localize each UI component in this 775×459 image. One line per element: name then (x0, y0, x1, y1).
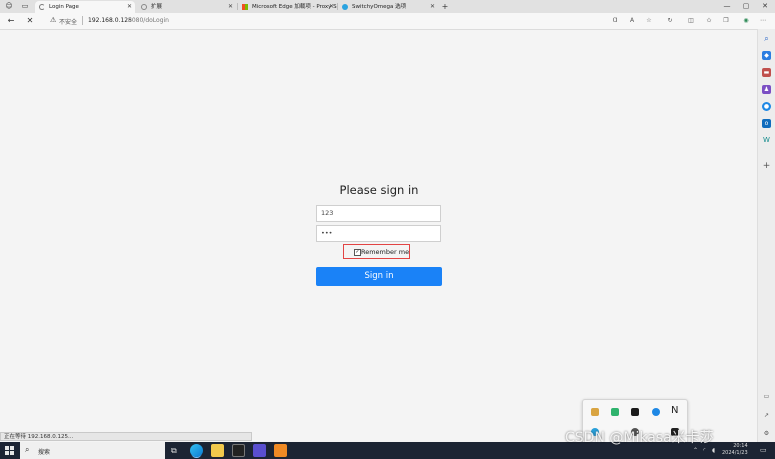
tray-chevron-icon[interactable]: ⌃ (693, 447, 698, 454)
toolbox-icon[interactable]: ▬ (762, 68, 771, 77)
search-icon: ⌕ (25, 445, 30, 454)
clock[interactable]: 20:14 2024/1/23 (722, 443, 748, 456)
tray-app-icon[interactable] (611, 408, 619, 416)
edge-sidebar: ⌕ ◆ ▬ ♟ ● o W + ▭ ↗ ⚙ (757, 29, 775, 442)
screen-icon[interactable]: ▭ (762, 392, 771, 401)
page-title: Please sign in (339, 183, 419, 197)
security-label[interactable]: 不安全 (59, 17, 77, 26)
people-icon[interactable]: ♟ (762, 85, 771, 94)
bing-w-icon[interactable]: W (762, 136, 771, 145)
terminal-icon[interactable] (232, 444, 245, 457)
extensions-icon (141, 4, 147, 10)
close-tab-icon[interactable]: ✕ (430, 1, 435, 13)
switchyomega-icon (342, 4, 348, 10)
nvidia-icon[interactable] (631, 408, 639, 416)
read-aloud-icon[interactable]: A (627, 16, 637, 26)
search-placeholder: 搜索 (38, 449, 51, 456)
back-icon[interactable]: ← (5, 15, 17, 27)
tab-title: SwitchyOmega 选项 (352, 4, 407, 10)
open-external-icon[interactable]: ↗ (762, 411, 771, 420)
app-s-icon[interactable] (253, 444, 266, 457)
close-window-icon[interactable]: ✕ (760, 2, 770, 11)
close-tab-icon[interactable]: ✕ (228, 1, 233, 13)
tab-edge-addons[interactable]: Microsoft Edge 加载项 - Proxy S ✕ (238, 1, 337, 13)
address-bar: ← ✕ ⚠ 不安全 192.168.0.125 :8080/doLogin Ɑ … (0, 13, 775, 30)
outlook-icon[interactable]: o (762, 119, 771, 128)
username-input[interactable]: 123 (316, 205, 441, 222)
loading-icon (39, 4, 45, 10)
profile-icon[interactable]: ☺ (4, 2, 14, 11)
collections-icon[interactable]: ❐ (721, 16, 731, 26)
microsoft-logo-icon (242, 4, 248, 10)
switchyomega-extension-icon[interactable]: ◉ (741, 16, 751, 26)
remember-me-label[interactable]: Remember me (361, 248, 409, 256)
notion-icon[interactable]: N (671, 405, 678, 416)
settings-gear-icon[interactable]: ⚙ (762, 429, 771, 438)
bluetooth-icon[interactable] (652, 408, 660, 416)
status-bar: 正在等待 192.168.0.125... (0, 432, 252, 441)
clock-date: 2024/1/23 (722, 449, 748, 456)
shopping-tag-icon[interactable]: ◆ (762, 51, 771, 60)
tab-title: 扩展 (151, 4, 163, 10)
remember-me-checkbox[interactable]: ✓ (354, 249, 361, 256)
watermark: CSDN @Mikasa米卡莎 (565, 430, 714, 446)
notification-icon[interactable]: ▭ (760, 446, 767, 454)
refresh-extension-icon[interactable]: ↻ (665, 16, 675, 26)
search-icon[interactable]: ⌕ (762, 34, 771, 43)
tab-switchyomega[interactable]: SwitchyOmega 选项 ✕ (338, 1, 438, 13)
maximize-icon[interactable]: ▢ (741, 2, 751, 11)
volume-icon[interactable]: ◖ (712, 447, 715, 454)
workspaces-icon[interactable]: ▭ (20, 2, 30, 11)
file-explorer-icon[interactable] (211, 444, 224, 457)
new-tab-button[interactable]: + (440, 2, 450, 11)
url-field[interactable]: ⚠ 不安全 192.168.0.125 :8080/doLogin (48, 15, 608, 27)
tab-extensions[interactable]: 扩展 ✕ (137, 1, 236, 13)
favorites-icon[interactable]: ✩ (704, 16, 714, 26)
office-icon[interactable]: ● (762, 102, 771, 111)
close-tab-icon[interactable]: ✕ (127, 1, 132, 13)
warning-icon: ⚠ (50, 16, 57, 24)
task-view-icon[interactable]: ⧉ (171, 446, 177, 456)
url-path: :8080/doLogin (126, 17, 169, 24)
edge-browser-icon[interactable] (190, 444, 203, 457)
sublime-icon[interactable] (274, 444, 287, 457)
windows-start-icon[interactable] (5, 446, 14, 455)
sign-in-button[interactable]: Sign in (316, 267, 442, 286)
stop-loading-icon[interactable]: ✕ (24, 15, 36, 27)
minimize-icon[interactable]: — (722, 2, 732, 11)
password-input[interactable]: ••• (316, 225, 441, 242)
tab-title: Microsoft Edge 加载项 - Proxy S (252, 4, 337, 10)
tab-title: Login Page (49, 4, 79, 10)
favorite-star-icon[interactable]: ☆ (644, 16, 654, 26)
split-screen-icon[interactable]: ◫ (686, 16, 696, 26)
more-menu-icon[interactable]: ⋯ (758, 16, 768, 26)
translate-icon[interactable]: Ɑ (610, 16, 620, 26)
url-divider (82, 16, 83, 25)
tab-bar: ☺ ▭ Login Page ✕ 扩展 ✕ Microsoft Edge 加载项… (0, 0, 775, 13)
tray-app-icon[interactable] (591, 408, 599, 416)
tab-login-page[interactable]: Login Page ✕ (35, 1, 135, 13)
taskbar-search-box[interactable]: ⌕ 搜索 (20, 442, 165, 459)
close-tab-icon[interactable]: ✕ (329, 1, 334, 13)
add-icon[interactable]: + (762, 162, 771, 171)
network-icon[interactable]: ◜ (703, 447, 705, 454)
